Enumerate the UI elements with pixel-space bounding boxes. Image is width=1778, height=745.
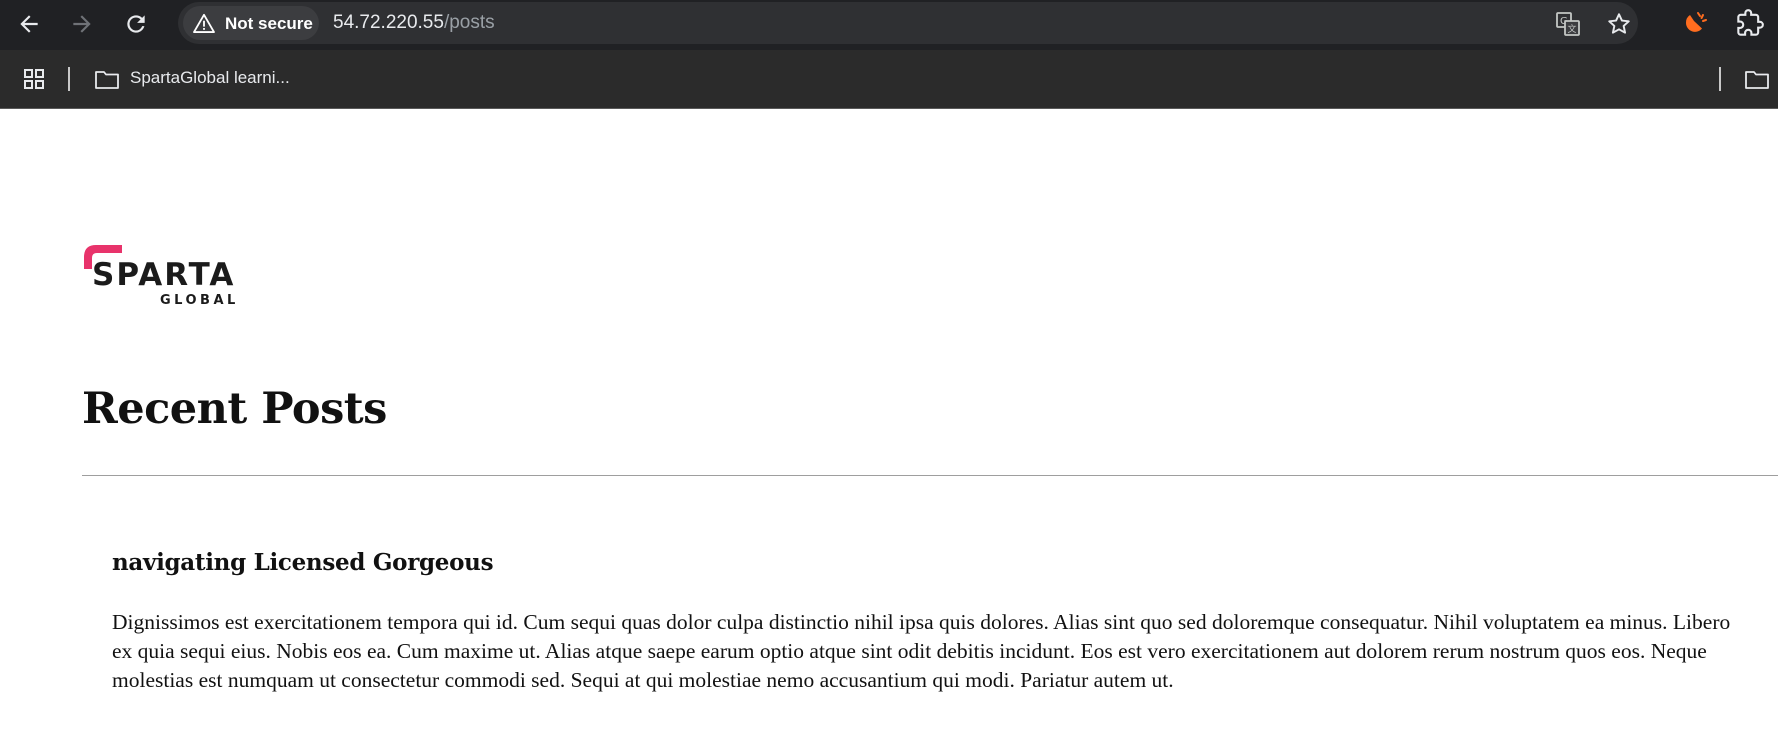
post-title[interactable]: navigating Licensed Gorgeous	[112, 549, 494, 576]
page-title: Recent Posts	[82, 384, 387, 434]
bookmarks-bar: SpartaGlobal learni...	[0, 50, 1778, 109]
url-path: /posts	[443, 12, 495, 33]
logo-wordmark: SPARTA	[92, 257, 235, 293]
security-indicator[interactable]: Not secure	[183, 6, 319, 40]
page-content: SPARTA GLOBAL Recent Posts navigating Li…	[0, 109, 1778, 745]
reload-icon[interactable]	[123, 11, 149, 37]
url-text[interactable]: 54.72.220.55/posts	[333, 12, 495, 34]
security-label: Not secure	[225, 14, 313, 33]
svg-text:文: 文	[1568, 23, 1577, 35]
forward-arrow-icon[interactable]	[69, 11, 95, 37]
folder-icon[interactable]	[94, 67, 120, 91]
puzzle-icon[interactable]	[1736, 9, 1764, 37]
address-bar[interactable]: Not secure 54.72.220.55/posts G文	[178, 2, 1638, 44]
bookmarks-separator	[68, 67, 70, 91]
star-icon[interactable]	[1606, 11, 1632, 37]
back-arrow-icon[interactable]	[16, 11, 42, 37]
extension-badge-icon[interactable]	[1682, 9, 1710, 37]
sparta-global-logo[interactable]: SPARTA GLOBAL	[82, 243, 238, 310]
post-body: Dignissimos est exercitationem tempora q…	[112, 610, 1731, 692]
bookmarks-separator-right	[1719, 67, 1721, 91]
bookmark-folder-label[interactable]: SpartaGlobal learni...	[130, 68, 290, 88]
divider	[82, 475, 1778, 476]
browser-chrome: Not secure 54.72.220.55/posts G文 SpartaG…	[0, 0, 1778, 109]
logo-subtitle: GLOBAL	[160, 293, 238, 305]
translate-icon[interactable]: G文	[1555, 11, 1581, 37]
apps-grid-icon[interactable]	[22, 67, 46, 91]
warning-icon	[193, 13, 215, 33]
browser-toolbar: Not secure 54.72.220.55/posts G文	[0, 0, 1778, 50]
folder-icon[interactable]	[1744, 67, 1770, 91]
url-host: 54.72.220.55	[333, 12, 444, 33]
